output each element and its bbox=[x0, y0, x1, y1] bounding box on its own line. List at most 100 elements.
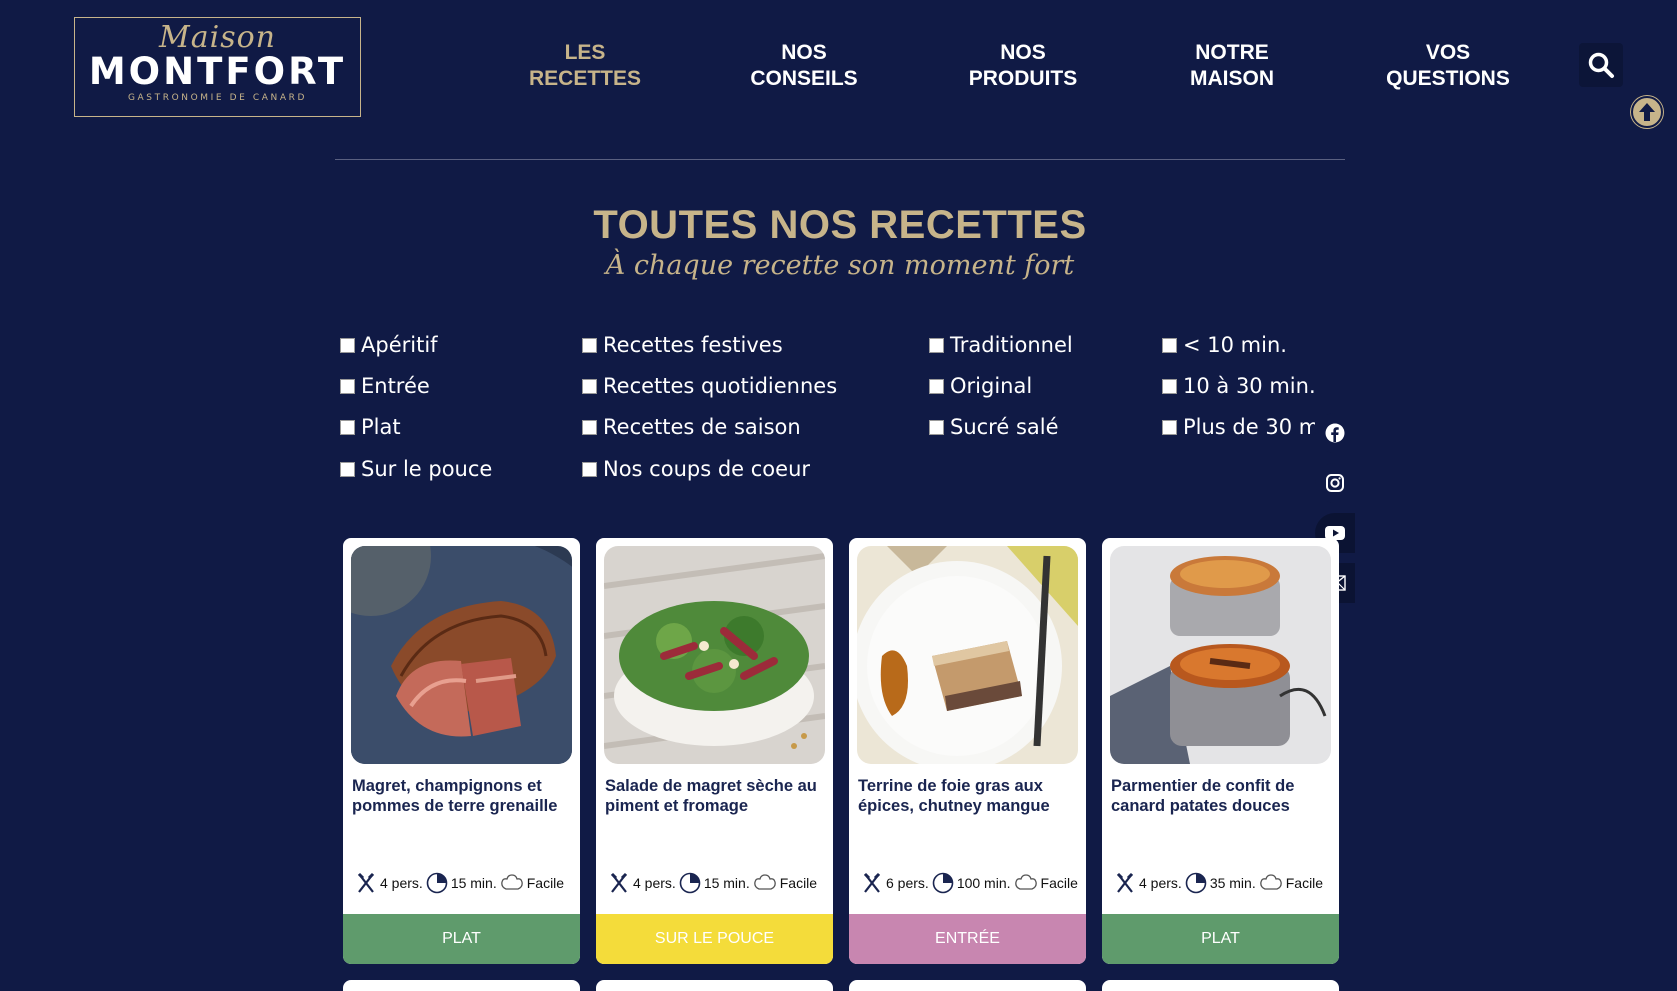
recipe-image-salade[interactable] bbox=[604, 546, 825, 764]
recipe-card-next[interactable] bbox=[849, 980, 1086, 991]
checkbox[interactable] bbox=[340, 337, 355, 353]
nav-line: LES bbox=[564, 41, 606, 64]
page-subtitle: À chaque recette son moment fort bbox=[605, 250, 1075, 281]
scroll-top-button[interactable] bbox=[1630, 95, 1664, 129]
recipe-title: Parmentier de confit de canard patates d… bbox=[1111, 777, 1295, 815]
filter-recettes-quotidiennes[interactable]: Recettes quotidiennes bbox=[582, 371, 837, 401]
fork-knife-icon bbox=[610, 872, 628, 893]
filter-plat[interactable]: Plat bbox=[340, 412, 401, 442]
category-badge: PLAT bbox=[1102, 914, 1339, 964]
filter-sur-le-pouce[interactable]: Sur le pouce bbox=[340, 454, 492, 484]
duration: 35 min. bbox=[1185, 872, 1256, 894]
recipe-card-next[interactable] bbox=[596, 980, 833, 991]
checkbox[interactable] bbox=[1162, 337, 1177, 353]
recipe-card[interactable]: Salade de magret sèche au piment et from… bbox=[596, 538, 833, 964]
checkbox[interactable] bbox=[582, 419, 597, 435]
nav-nos-produits[interactable]: NOS PRODUITS bbox=[928, 40, 1118, 92]
filter-moins-10-min[interactable]: < 10 min. bbox=[1162, 330, 1287, 360]
nav-line: NOS bbox=[1000, 41, 1046, 64]
filter-plus-30-min[interactable]: Plus de 30 min. bbox=[1162, 412, 1315, 442]
difficulty: Facile bbox=[500, 873, 564, 893]
filter-label: 10 à 30 min. bbox=[1183, 374, 1315, 398]
nav-line: QUESTIONS bbox=[1386, 67, 1510, 90]
checkbox[interactable] bbox=[582, 337, 597, 353]
filter-label: Nos coups de coeur bbox=[603, 457, 811, 481]
recipe-title: Magret, champignons et pommes de terre g… bbox=[352, 777, 558, 815]
nav-line: MAISON bbox=[1190, 67, 1274, 90]
filter-label: Original bbox=[950, 374, 1033, 398]
filter-10-30-min[interactable]: 10 à 30 min. bbox=[1162, 371, 1315, 401]
filter-sucre-sale[interactable]: Sucré salé bbox=[929, 412, 1059, 442]
recipe-card[interactable]: Magret, champignons et pommes de terre g… bbox=[343, 538, 580, 964]
nav-nos-conseils[interactable]: NOS CONSEILS bbox=[709, 40, 899, 92]
logo-script: Maison bbox=[159, 20, 276, 55]
recipe-meta: 4 pers. 15 min. Facile bbox=[608, 872, 830, 894]
filter-recettes-festives[interactable]: Recettes festives bbox=[582, 330, 783, 360]
social-instagram[interactable] bbox=[1315, 463, 1355, 503]
servings-value: 4 pers. bbox=[1139, 875, 1182, 891]
checkbox[interactable] bbox=[1162, 419, 1177, 435]
filter-label: Recettes de saison bbox=[603, 415, 801, 439]
nav-line: VOS bbox=[1425, 41, 1471, 64]
chef-hat-icon bbox=[500, 874, 523, 890]
clock-icon bbox=[1185, 872, 1207, 894]
filter-label: Entrée bbox=[361, 374, 430, 398]
category-badge: PLAT bbox=[343, 914, 580, 964]
checkbox[interactable] bbox=[1162, 378, 1177, 394]
nav-vos-questions[interactable]: VOS QUESTIONS bbox=[1353, 40, 1543, 92]
servings-value: 4 pers. bbox=[380, 875, 423, 891]
checkbox[interactable] bbox=[929, 419, 944, 435]
checkbox[interactable] bbox=[340, 419, 355, 435]
filter-label: Recettes quotidiennes bbox=[603, 374, 838, 398]
filter-label: Recettes festives bbox=[603, 333, 783, 357]
filter-label: Apéritif bbox=[361, 333, 438, 357]
search-button[interactable] bbox=[1579, 43, 1623, 87]
checkbox[interactable] bbox=[929, 337, 944, 353]
fork-knife-icon bbox=[1116, 872, 1134, 893]
difficulty: Facile bbox=[1014, 873, 1078, 893]
filter-nos-coups-de-coeur[interactable]: Nos coups de coeur bbox=[582, 454, 810, 484]
social-facebook[interactable] bbox=[1315, 413, 1355, 453]
clock-icon bbox=[426, 872, 448, 894]
recipe-card-next[interactable] bbox=[343, 980, 580, 991]
site-logo[interactable]: Maison MONTFORT GASTRONOMIE DE CANARD bbox=[74, 17, 361, 117]
recipe-image-magret[interactable] bbox=[351, 546, 572, 764]
main-nav: LES RECETTES NOS CONSEILS NOS PRODUITS N… bbox=[440, 40, 1570, 100]
filter-original[interactable]: Original bbox=[929, 371, 1032, 401]
filter-label: Sur le pouce bbox=[361, 457, 493, 481]
recipe-card[interactable]: Terrine de foie gras aux épices, chutney… bbox=[849, 538, 1086, 964]
checkbox[interactable] bbox=[340, 378, 355, 394]
category-badge: ENTRÉE bbox=[849, 914, 1086, 964]
recipe-card-next[interactable] bbox=[1102, 980, 1339, 991]
chef-hat-icon bbox=[1014, 874, 1037, 890]
difficulty-value: Facile bbox=[1285, 875, 1324, 891]
nav-line: NOTRE bbox=[1195, 41, 1269, 64]
servings-value: 4 pers. bbox=[633, 875, 676, 891]
duration-value: 35 min. bbox=[1209, 875, 1256, 891]
arrow-up-icon bbox=[1631, 96, 1663, 128]
divider bbox=[335, 159, 1345, 160]
recipe-image-terrine[interactable] bbox=[857, 546, 1078, 764]
filter-aperitif[interactable]: Apéritif bbox=[340, 330, 438, 360]
filter-traditionnel[interactable]: Traditionnel bbox=[929, 330, 1073, 360]
recipe-meta: 4 pers. 35 min. Facile bbox=[1114, 872, 1336, 894]
checkbox[interactable] bbox=[582, 461, 597, 477]
nav-notre-maison[interactable]: NOTRE MAISON bbox=[1137, 40, 1327, 92]
checkbox[interactable] bbox=[340, 461, 355, 477]
filter-label: Traditionnel bbox=[950, 333, 1073, 357]
checkbox[interactable] bbox=[582, 378, 597, 394]
recipe-card[interactable]: Parmentier de confit de canard patates d… bbox=[1102, 538, 1339, 964]
nav-les-recettes[interactable]: LES RECETTES bbox=[490, 40, 680, 92]
filter-recettes-de-saison[interactable]: Recettes de saison bbox=[582, 412, 801, 442]
checkbox[interactable] bbox=[929, 378, 944, 394]
difficulty: Facile bbox=[753, 873, 817, 893]
duration-value: 15 min. bbox=[450, 875, 497, 891]
filter-entree[interactable]: Entrée bbox=[340, 371, 430, 401]
filter-label: Plat bbox=[361, 415, 401, 439]
logo-brand: MONTFORT bbox=[88, 50, 347, 93]
recipe-image-parmentier[interactable] bbox=[1110, 546, 1331, 764]
fork-knife-icon bbox=[863, 872, 881, 893]
filter-label: Plus de 30 min. bbox=[1183, 415, 1315, 439]
logo-tagline: GASTRONOMIE DE CANARD bbox=[127, 93, 308, 103]
recipe-filters: Apéritif Entrée Plat Sur le pouce Recett… bbox=[340, 330, 1315, 500]
